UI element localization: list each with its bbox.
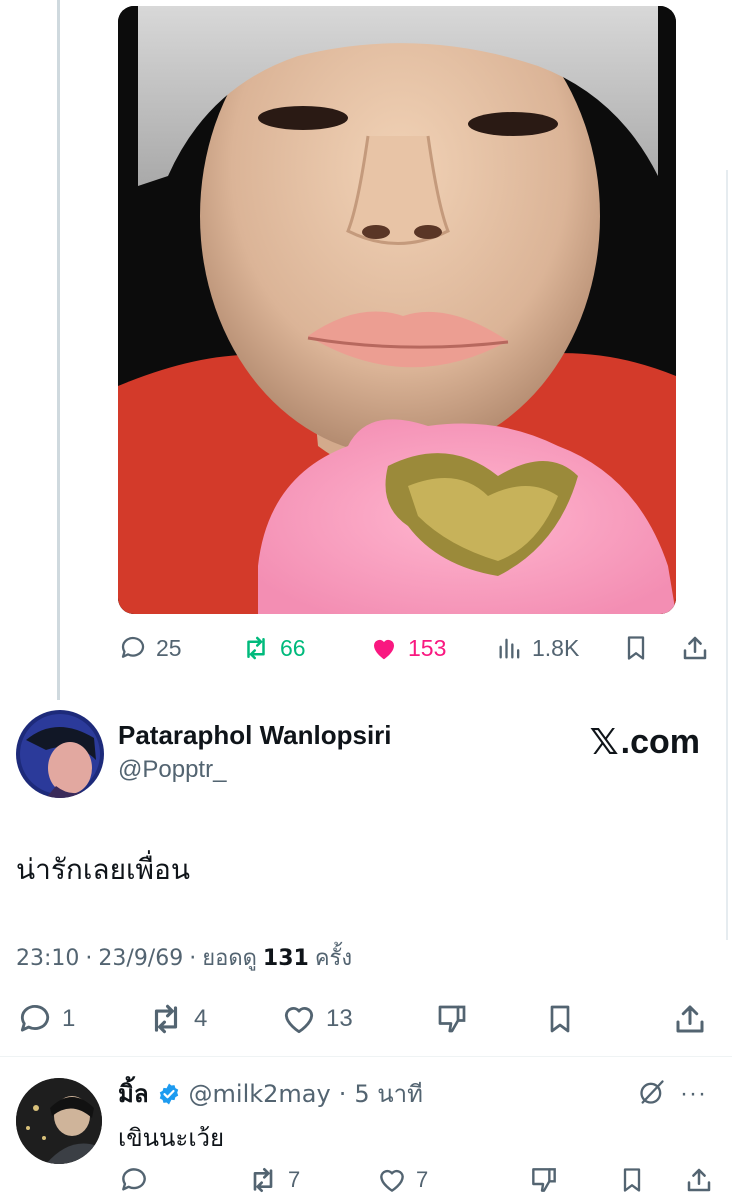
reply-button[interactable]: 1 — [16, 996, 75, 1042]
parent-tweet-actions: 25 66 153 1.8K — [0, 626, 732, 670]
thread-connector-line — [57, 0, 60, 700]
views-button[interactable]: 1.8K — [496, 626, 579, 670]
like-count: 7 — [416, 1167, 429, 1192]
tweet-date[interactable]: 23/9/69 — [98, 946, 183, 971]
retweet-count: 7 — [288, 1167, 301, 1192]
reply-header: มิ้ล @milk2may · 5 นาที — [118, 1074, 423, 1113]
reply-time[interactable]: 5 นาที — [354, 1074, 423, 1113]
retweet-button[interactable]: 66 — [240, 626, 306, 670]
x-logo-icon: 𝕏 — [589, 722, 619, 763]
dislike-button[interactable] — [434, 996, 470, 1042]
like-button[interactable]: 153 — [368, 626, 446, 670]
like-button[interactable]: 13 — [280, 996, 353, 1042]
grok-icon — [640, 1080, 664, 1104]
bookmark-button[interactable] — [622, 626, 650, 670]
views-label-suffix: ครั้ง — [314, 946, 353, 971]
reply-count: 25 — [156, 634, 182, 661]
retweet-count: 66 — [280, 634, 306, 661]
reply-count: 1 — [62, 1005, 76, 1032]
bookmark-icon — [627, 636, 645, 660]
source-watermark: 𝕏 .com — [590, 722, 700, 763]
thumbs-down-icon — [438, 1005, 466, 1033]
scrollbar-track[interactable] — [726, 170, 728, 940]
more-options-button[interactable]: ··· — [680, 1080, 707, 1108]
dislike-button[interactable] — [528, 1160, 560, 1200]
share-button[interactable] — [672, 996, 708, 1042]
retweet-button[interactable]: 7 — [246, 1160, 300, 1200]
divider — [0, 1056, 732, 1057]
retweet-icon — [154, 1004, 178, 1034]
retweet-icon — [247, 636, 265, 660]
share-icon — [687, 1168, 711, 1192]
separator: · — [338, 1079, 347, 1108]
main-tweet-actions: 1 4 13 — [0, 996, 732, 1042]
reply-display-name[interactable]: มิ้ล — [118, 1074, 149, 1113]
share-icon — [683, 636, 707, 660]
heart-icon — [284, 1007, 314, 1034]
thumbs-down-icon — [532, 1168, 556, 1192]
reply-handle[interactable]: @milk2may — [189, 1080, 331, 1108]
tweet-time[interactable]: 23:10 — [16, 946, 79, 971]
reply-avatar[interactable] — [16, 1078, 102, 1164]
retweet-icon — [253, 1168, 273, 1192]
reply-icon — [20, 1004, 50, 1032]
views-count: 1.8K — [532, 634, 580, 661]
reply-actions: 7 7 — [0, 1160, 732, 1200]
retweet-count: 4 — [194, 1005, 208, 1032]
views-label: ยอดดู — [202, 946, 257, 971]
heart-icon — [380, 1169, 404, 1192]
tweet-photo[interactable] — [118, 6, 676, 614]
reply-icon — [121, 636, 145, 658]
bookmark-icon — [550, 1005, 570, 1033]
grok-button[interactable] — [638, 1078, 666, 1111]
separator: · — [85, 946, 93, 971]
retweet-button[interactable]: 4 — [146, 996, 207, 1042]
share-button[interactable] — [684, 1160, 714, 1200]
share-button[interactable] — [680, 626, 710, 670]
like-button[interactable]: 7 — [376, 1160, 428, 1200]
user-handle[interactable]: @Popptr_ — [118, 756, 226, 784]
reply-button[interactable]: 25 — [118, 626, 182, 670]
tweet-text: น่ารักเลยเพื่อน — [16, 853, 190, 886]
avatar[interactable] — [16, 710, 104, 798]
verified-badge-icon — [159, 1083, 178, 1104]
heart-filled-icon — [374, 639, 394, 660]
display-name[interactable]: Pataraphol Wanlopsiri — [118, 720, 392, 751]
source-text: .com — [620, 723, 700, 761]
reply-icon — [122, 1168, 146, 1191]
analytics-icon — [499, 638, 520, 659]
bookmark-icon — [623, 1168, 641, 1192]
like-count: 13 — [326, 1005, 353, 1032]
like-count: 153 — [408, 634, 447, 661]
views-count: 131 — [262, 946, 309, 971]
bookmark-button[interactable] — [544, 996, 576, 1042]
reply-text: เขินนะเว้ย — [118, 1124, 225, 1152]
tweet-metadata: 23:10 · 23/9/69 · ยอดดู 131 ครั้ง — [16, 940, 352, 975]
reply-button[interactable] — [118, 1160, 150, 1200]
share-icon — [676, 1005, 704, 1033]
bookmark-button[interactable] — [618, 1160, 646, 1200]
separator: · — [189, 946, 197, 971]
